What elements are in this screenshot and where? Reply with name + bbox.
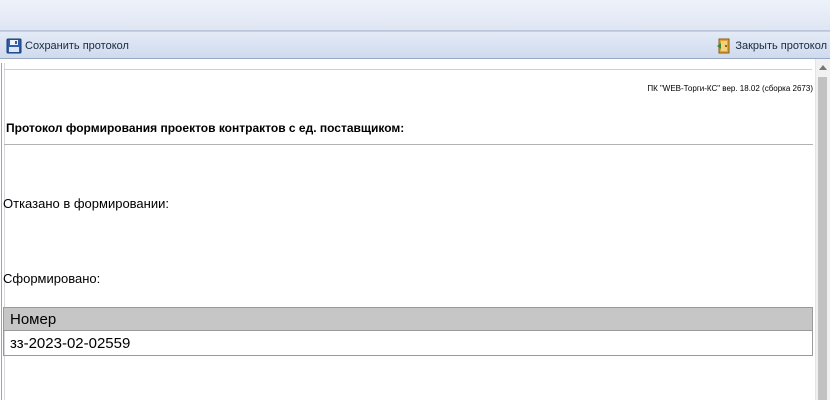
title-divider: [4, 144, 813, 145]
table-row: зз-2023-02-02559: [4, 331, 813, 356]
door-exit-icon: [716, 38, 732, 54]
toolbar: Сохранить протокол Закрыть протокол: [0, 31, 830, 59]
protocol-document: ПК "WEB-Торги-КС" вер. 18.02 (сборка 267…: [0, 59, 830, 400]
formed-contracts-table: Номер зз-2023-02-02559: [3, 307, 813, 356]
refused-label: Отказано в формировании:: [3, 196, 169, 211]
scroll-thumb[interactable]: [818, 77, 827, 400]
formed-label: Сформировано:: [3, 271, 101, 286]
scroll-up-arrow-icon[interactable]: [819, 65, 827, 70]
software-version: ПК "WEB-Торги-КС" вер. 18.02 (сборка 267…: [647, 84, 813, 93]
document-top-divider: [4, 69, 812, 70]
table-header-row: Номер: [3, 307, 813, 331]
column-header-number: Номер: [3, 307, 813, 331]
save-protocol-button[interactable]: Сохранить протокол: [6, 36, 129, 56]
vertical-scrollbar[interactable]: [815, 59, 830, 400]
contract-number-cell: зз-2023-02-02559: [10, 334, 131, 352]
floppy-disk-icon: [6, 38, 22, 54]
save-protocol-label: Сохранить протокол: [25, 40, 129, 52]
protocol-title: Протокол формирования проектов контракто…: [6, 121, 405, 135]
close-protocol-label: Закрыть протокол: [735, 40, 827, 52]
window-header-band: [0, 0, 830, 31]
close-protocol-button[interactable]: Закрыть протокол: [716, 36, 827, 56]
